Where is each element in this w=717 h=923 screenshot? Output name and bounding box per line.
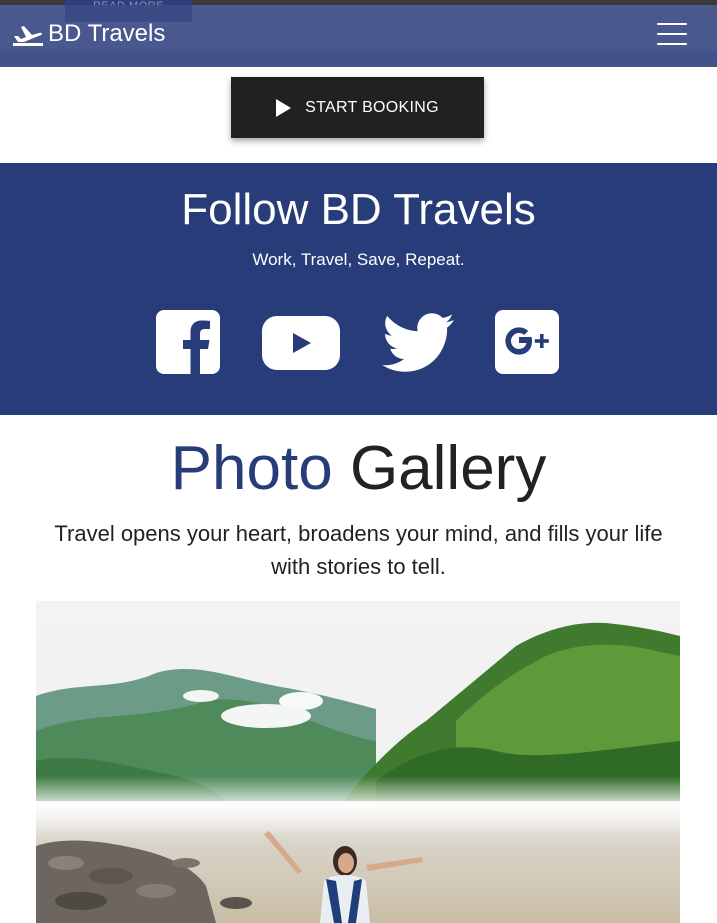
play-icon xyxy=(276,98,292,117)
follow-section: Follow BD Travels Work, Travel, Save, Re… xyxy=(0,163,717,415)
navbar: BD Travels xyxy=(0,5,717,67)
river-landscape-image xyxy=(36,601,680,923)
brand-name: BD Travels xyxy=(48,20,166,47)
google-plus-icon[interactable] xyxy=(495,310,559,376)
gallery-subtitle: Travel opens your heart, broadens your m… xyxy=(54,521,663,579)
gallery-photo[interactable] xyxy=(36,601,680,923)
social-links xyxy=(0,310,717,376)
gallery-title-accent: Photo xyxy=(170,434,333,503)
twitter-icon[interactable] xyxy=(382,313,456,375)
hamburger-menu-icon[interactable] xyxy=(657,23,687,45)
plane-icon xyxy=(13,26,43,46)
gallery-title-rest: Gallery xyxy=(349,434,547,503)
gallery-title: Photo Gallery xyxy=(0,432,717,506)
start-booking-label: START BOOKING xyxy=(305,98,439,116)
follow-title: Follow BD Travels xyxy=(181,185,536,234)
youtube-icon[interactable] xyxy=(262,316,340,370)
brand-link[interactable]: BD Travels xyxy=(12,20,165,48)
booking-section: START BOOKING xyxy=(0,67,717,163)
facebook-icon[interactable] xyxy=(156,310,220,376)
follow-tagline: Work, Travel, Save, Repeat. xyxy=(252,250,465,269)
start-booking-button[interactable]: START BOOKING xyxy=(231,77,484,138)
